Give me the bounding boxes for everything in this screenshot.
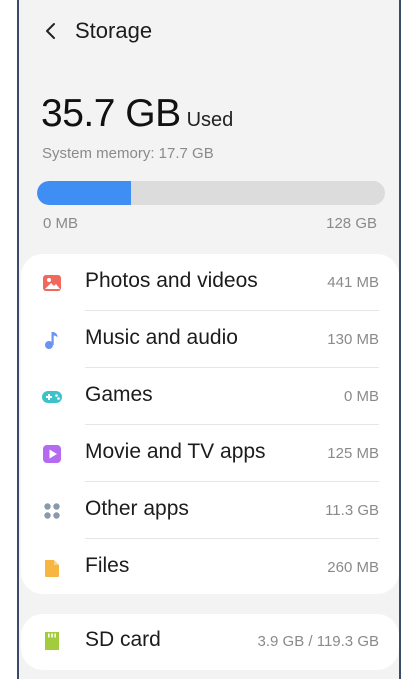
usage-range-min: 0 MB — [43, 215, 79, 232]
chevron-left-icon — [46, 23, 55, 39]
sd-card-icon — [41, 630, 63, 652]
category-music-audio[interactable]: Music and audio 130 MB — [21, 311, 399, 368]
page-title: Storage — [75, 18, 153, 43]
category-size: 11.3 GB — [325, 502, 379, 519]
category-size: 260 MB — [327, 559, 379, 576]
storage-screen: Storage 35.7 GB Used System memory: 17.7 … — [17, 0, 401, 679]
sd-card-card: SD card 3.9 GB / 119.3 GB — [21, 614, 399, 670]
category-size: 0 MB — [343, 388, 379, 405]
category-other-apps[interactable]: Other apps 11.3 GB — [21, 482, 399, 539]
usage-range-max: 128 GB — [326, 215, 377, 232]
category-label: Games — [85, 383, 153, 406]
play-icon — [41, 443, 63, 465]
used-storage-unit: Used — [186, 109, 234, 131]
storage-categories-card: Photos and videos 441 MB Music and audio… — [21, 254, 399, 594]
storage-usage-bar-fill — [37, 181, 131, 205]
category-photos-videos[interactable]: Photos and videos 441 MB — [21, 254, 399, 311]
category-label: Movie and TV apps — [85, 440, 266, 463]
music-note-icon — [41, 329, 63, 351]
system-memory-text: System memory: 17.7 GB — [42, 145, 214, 162]
category-label: Photos and videos — [85, 269, 258, 292]
category-files[interactable]: Files 260 MB — [21, 539, 399, 596]
file-icon — [41, 557, 63, 579]
sd-card-label: SD card — [85, 628, 161, 651]
category-size: 125 MB — [327, 445, 379, 462]
category-label: Files — [85, 554, 130, 577]
category-size: 130 MB — [327, 331, 379, 348]
category-games[interactable]: Games 0 MB — [21, 368, 399, 425]
used-storage-value: 35.7 GB — [41, 92, 181, 135]
category-label: Music and audio — [85, 326, 238, 349]
sd-card-row[interactable]: SD card 3.9 GB / 119.3 GB — [21, 614, 399, 671]
category-movie-tv-apps[interactable]: Movie and TV apps 125 MB — [21, 425, 399, 482]
category-label: Other apps — [85, 497, 189, 520]
image-icon — [41, 272, 63, 294]
apps-grid-icon — [41, 500, 63, 522]
gamepad-icon — [41, 386, 63, 408]
sd-card-size: 3.9 GB / 119.3 GB — [257, 633, 379, 650]
used-storage-summary: 35.7 GB Used — [41, 92, 233, 136]
storage-usage-bar — [37, 181, 385, 205]
header: Storage — [19, 0, 399, 62]
category-size: 441 MB — [327, 274, 379, 291]
back-button[interactable] — [39, 16, 63, 46]
